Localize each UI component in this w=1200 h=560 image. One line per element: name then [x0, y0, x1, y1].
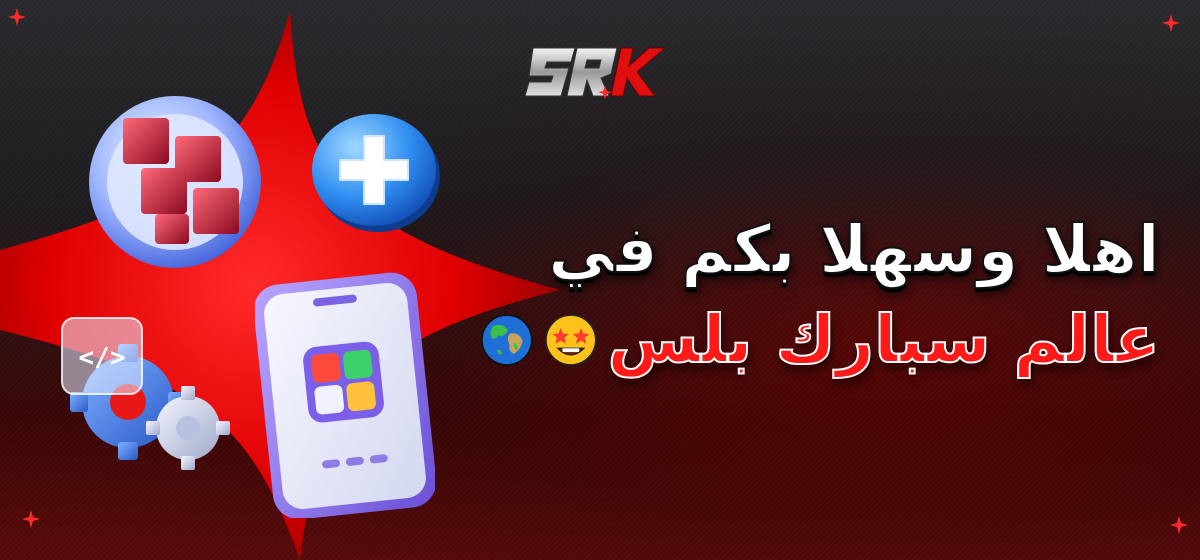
headline-line-1: اهلا وسهلا بكم في	[547, 210, 1161, 289]
headline: اهلا وسهلا بكم في عالم سبارك بلس	[480, 208, 1161, 382]
globe-emoji-icon	[480, 314, 533, 366]
sparkle-icon	[1170, 516, 1188, 534]
red-blocks-icon	[89, 96, 261, 268]
banner: </> اهلا وسهلا بكم في عالم سبارك بلس	[0, 0, 1200, 560]
sparkle-icon	[22, 510, 40, 528]
headline-line-2: عالم سبارك بلس	[607, 300, 1161, 379]
plus-icon	[312, 114, 440, 232]
sparkle-icon	[8, 8, 26, 26]
phone-app-icon	[255, 272, 435, 518]
headline-line-2-row: عالم سبارك بلس	[480, 298, 1161, 382]
star-struck-emoji-icon	[544, 314, 597, 366]
sparkle-icon	[1162, 14, 1180, 32]
srk-logo	[525, 47, 665, 99]
svg-text:</>: </>	[79, 343, 126, 373]
code-gears-icon: </>	[61, 317, 230, 470]
